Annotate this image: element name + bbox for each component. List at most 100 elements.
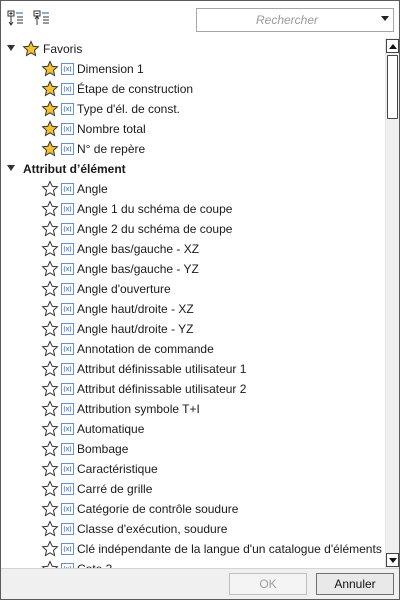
tree-item-label: Attribution symbole T+I [77, 402, 200, 416]
tree-item-label: Angle haut/droite - YZ [77, 322, 194, 336]
star-outline-icon[interactable] [41, 440, 59, 458]
expand-arrow-icon[interactable] [7, 165, 15, 171]
star-outline-icon[interactable] [41, 340, 59, 358]
attribute-icon [61, 203, 74, 215]
attribute-icon [61, 403, 74, 415]
tree-item[interactable]: Carré de grille [2, 479, 385, 499]
attribute-icon [61, 483, 74, 495]
tree-item[interactable]: Étape de construction [2, 79, 385, 99]
tree-item[interactable]: Type d'él. de const. [2, 99, 385, 119]
scroll-up-button[interactable] [386, 39, 399, 53]
tree-item[interactable]: Catégorie de contrôle soudure [2, 499, 385, 519]
tree-item[interactable]: Classe d'exécution, soudure [2, 519, 385, 539]
tree-item[interactable]: Bombage [2, 439, 385, 459]
tree-item[interactable]: Angle haut/droite - XZ [2, 299, 385, 319]
tree-item-label: Attribut définissable utilisateur 1 [77, 362, 247, 376]
collapse-all-icon[interactable] [33, 10, 51, 28]
star-outline-icon[interactable] [41, 560, 59, 568]
star-filled-icon[interactable] [41, 120, 59, 138]
attribute-icon [61, 343, 74, 355]
tree-item[interactable]: Angle bas/gauche - XZ [2, 239, 385, 259]
star-outline-icon[interactable] [41, 380, 59, 398]
star-outline-icon[interactable] [41, 520, 59, 538]
tree-item-label: Nombre total [77, 122, 146, 136]
tree-item[interactable]: Automatique [2, 419, 385, 439]
star-filled-icon[interactable] [41, 140, 59, 158]
tree-item[interactable]: Cote 3 [2, 559, 385, 568]
tree-item-label: Angle haut/droite - XZ [77, 302, 194, 316]
star-outline-icon[interactable] [41, 320, 59, 338]
tree-item[interactable]: Attribut définissable utilisateur 1 [2, 359, 385, 379]
vertical-scrollbar[interactable] [385, 38, 399, 568]
attribute-icon [61, 143, 74, 155]
search-input[interactable] [199, 11, 375, 29]
tree-item-label: Angle d'ouverture [77, 282, 171, 296]
ok-button[interactable]: OK [229, 573, 307, 595]
star-outline-icon[interactable] [41, 240, 59, 258]
attribute-icon [61, 383, 74, 395]
tree-group[interactable]: Attribut d’élément [2, 159, 385, 179]
star-outline-icon[interactable] [41, 180, 59, 198]
star-filled-icon[interactable] [41, 60, 59, 78]
star-outline-icon[interactable] [41, 280, 59, 298]
star-filled-icon[interactable] [41, 80, 59, 98]
tree-item[interactable]: Dimension 1 [2, 59, 385, 79]
tree-item[interactable]: Angle [2, 179, 385, 199]
star-filled-icon[interactable] [22, 40, 40, 58]
tree-item[interactable]: Caractéristique [2, 459, 385, 479]
tree-item-label: Étape de construction [77, 82, 194, 96]
star-outline-icon[interactable] [41, 220, 59, 238]
cancel-button[interactable]: Annuler [316, 573, 394, 595]
attribute-icon [61, 463, 74, 475]
tree-item-label: Carré de grille [77, 482, 153, 496]
tree-item-label: Angle 1 du schéma de coupe [77, 202, 233, 216]
attribute-icon [61, 363, 74, 375]
tree-item[interactable]: Angle 2 du schéma de coupe [2, 219, 385, 239]
tree-item[interactable]: Annotation de commande [2, 339, 385, 359]
chevron-down-icon[interactable] [381, 16, 389, 21]
tree-item[interactable]: N° de repère [2, 139, 385, 159]
star-outline-icon[interactable] [41, 300, 59, 318]
tree-item-label: Angle bas/gauche - XZ [77, 242, 200, 256]
tree-item-label: Dimension 1 [77, 62, 144, 76]
attribute-icon [61, 123, 74, 135]
attribute-icon [61, 243, 74, 255]
star-outline-icon[interactable] [41, 400, 59, 418]
attribute-icon [61, 443, 74, 455]
attribute-selection-dialog: Favoris Dimension 1 Étape de construction T… [0, 0, 400, 600]
tree-item-label: Bombage [77, 442, 129, 456]
tree-item[interactable]: Attribution symbole T+I [2, 399, 385, 419]
tree-item[interactable]: Nombre total [2, 119, 385, 139]
tree-item-label: Clé indépendante de la langue d'un catal… [77, 542, 382, 556]
tree-group[interactable]: Favoris [2, 39, 385, 59]
tree-group-label: Attribut d’élément [23, 162, 126, 176]
star-outline-icon[interactable] [41, 460, 59, 478]
tree-item-label: Angle 2 du schéma de coupe [77, 222, 233, 236]
star-outline-icon[interactable] [41, 420, 59, 438]
expand-all-icon[interactable] [7, 10, 25, 28]
tree-item[interactable]: Angle haut/droite - YZ [2, 319, 385, 339]
tree-item[interactable]: Angle 1 du schéma de coupe [2, 199, 385, 219]
tree-item[interactable]: Clé indépendante de la langue d'un catal… [2, 539, 385, 559]
tree-item-label: Annotation de commande [77, 342, 214, 356]
attribute-icon [61, 283, 74, 295]
search-box[interactable] [196, 8, 394, 32]
tree-item-label: Attribut définissable utilisateur 2 [77, 382, 247, 396]
attribute-icon [61, 303, 74, 315]
star-outline-icon[interactable] [41, 480, 59, 498]
star-outline-icon[interactable] [41, 500, 59, 518]
star-outline-icon[interactable] [41, 200, 59, 218]
tree-item[interactable]: Angle d'ouverture [2, 279, 385, 299]
expand-arrow-icon[interactable] [7, 45, 15, 51]
scroll-down-button[interactable] [386, 553, 399, 567]
star-outline-icon[interactable] [41, 260, 59, 278]
tree-item-label: Angle [77, 182, 108, 196]
tree-item-label: Catégorie de contrôle soudure [77, 502, 239, 516]
star-outline-icon[interactable] [41, 540, 59, 558]
tree-item[interactable]: Attribut définissable utilisateur 2 [2, 379, 385, 399]
star-filled-icon[interactable] [41, 100, 59, 118]
tree-item[interactable]: Angle bas/gauche - YZ [2, 259, 385, 279]
star-outline-icon[interactable] [41, 360, 59, 378]
scroll-thumb[interactable] [387, 55, 398, 119]
attribute-icon [61, 223, 74, 235]
